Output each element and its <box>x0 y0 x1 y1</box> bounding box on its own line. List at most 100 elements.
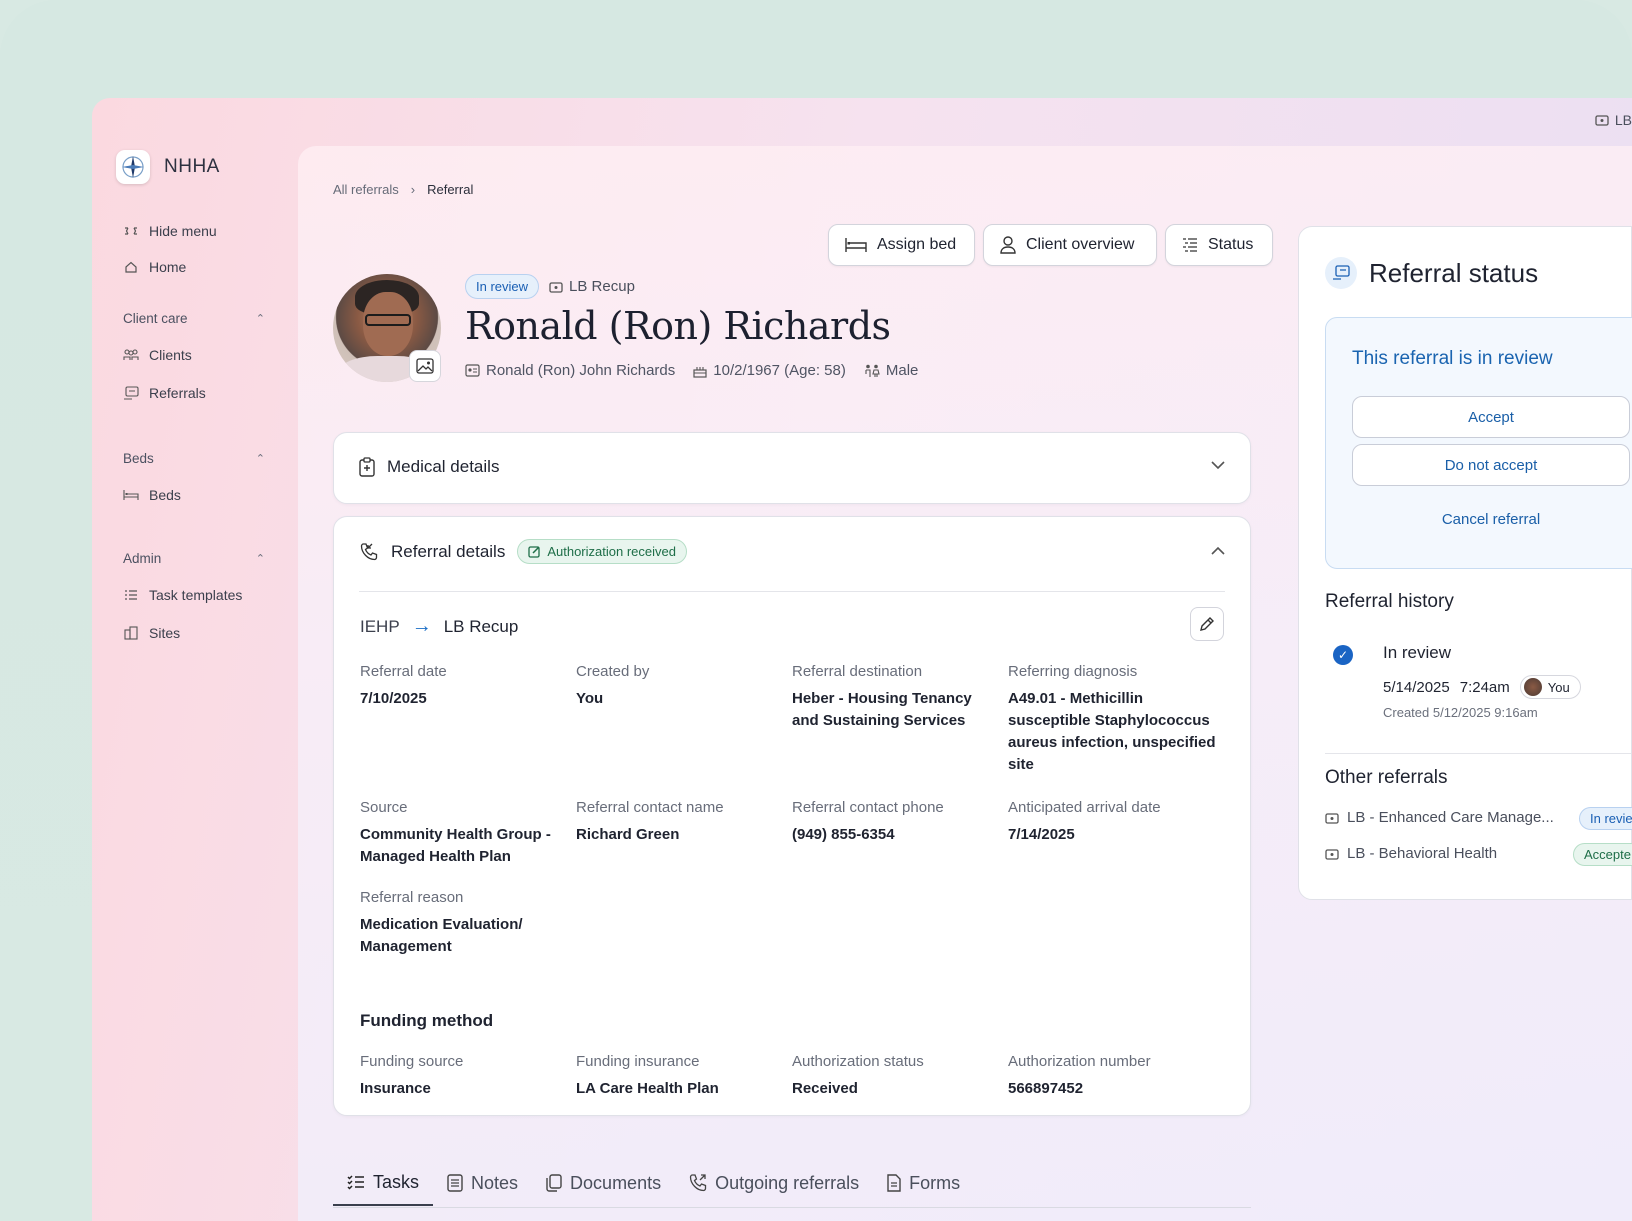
app-window: LB NHHA Hide menu Home Client care ⌃ Cli… <box>92 98 1632 1221</box>
route-to: LB Recup <box>443 616 519 636</box>
sidebar-item-sites[interactable]: Sites <box>123 622 293 644</box>
do-not-accept-button[interactable]: Do not accept <box>1352 444 1630 486</box>
collapse-icon <box>123 223 139 239</box>
change-photo-button[interactable] <box>409 350 441 382</box>
sidebar-item-label: Beds <box>149 487 181 503</box>
field-value: Received <box>792 1080 858 1097</box>
field-value: You <box>576 690 604 707</box>
referral-status-header: Referral status <box>1325 257 1538 289</box>
field-value: 7/14/2025 <box>1008 826 1075 843</box>
field-value: (949) 855-6354 <box>792 826 895 843</box>
brand[interactable]: NHHA <box>116 150 220 184</box>
field-label: Created by <box>576 663 650 680</box>
top-site-chip[interactable]: LB <box>1595 112 1632 128</box>
medical-details-header: Medical details <box>359 457 499 477</box>
tab-label: Outgoing referrals <box>715 1172 860 1193</box>
field-contact-phone: Referral contact phone (949) 855-6354 <box>792 799 1002 846</box>
edit-referral-button[interactable] <box>1190 607 1224 641</box>
folder-icon <box>1325 812 1339 824</box>
tab-outgoing-referrals[interactable]: Outgoing referrals <box>675 1160 873 1206</box>
field-label: Source <box>360 799 408 816</box>
home-icon <box>123 259 139 275</box>
image-icon <box>416 358 434 374</box>
authorization-badge: Authorization received <box>517 539 687 564</box>
building-icon <box>123 625 139 641</box>
checklist-icon <box>347 1175 364 1190</box>
client-overview-button[interactable]: Client overview <box>983 224 1157 266</box>
clipboard-medical-icon <box>359 457 375 477</box>
medical-details-card[interactable]: Medical details <box>333 432 1251 504</box>
sidebar-item-task-templates[interactable]: Task templates <box>123 584 293 606</box>
field-label: Referral date <box>360 663 447 680</box>
field-referral-date: Referral date 7/10/2025 <box>360 663 570 710</box>
other-referral-item[interactable]: LB - Behavioral Health <box>1325 845 1497 862</box>
group-beds[interactable]: Beds ⌃ <box>123 448 265 468</box>
cake-icon <box>693 366 707 378</box>
person-icon <box>1000 236 1016 254</box>
full-name: Ronald (Ron) John Richards <box>486 362 676 379</box>
history-time: 7:24am <box>1459 678 1510 696</box>
sidebar-item-referrals[interactable]: Referrals <box>123 382 293 404</box>
funding-method-title: Funding method <box>360 1011 494 1030</box>
field-value: Insurance <box>360 1080 431 1097</box>
sidebar-item-label: Referrals <box>149 385 206 401</box>
status-button[interactable]: Status <box>1165 224 1273 266</box>
medical-details-title: Medical details <box>387 457 500 476</box>
chevron-up-icon: ⌃ <box>255 312 265 325</box>
user-chip: You <box>1519 675 1581 699</box>
group-label: Client care <box>123 310 188 326</box>
cancel-referral-button[interactable]: Cancel referral <box>1352 511 1630 528</box>
notes-icon <box>447 1174 463 1192</box>
group-admin[interactable]: Admin ⌃ <box>123 548 265 568</box>
gender-icon <box>865 364 880 377</box>
field-referral-reason: Referral reason Medication Evaluation/ M… <box>360 889 570 958</box>
hide-menu-button[interactable]: Hide menu <box>123 220 293 242</box>
field-value: A49.01 - Methicillin susceptible Staphyl… <box>1008 690 1216 773</box>
breadcrumb-root-link[interactable]: All referrals <box>333 182 399 197</box>
sidebar-item-label: Clients <box>149 347 192 363</box>
user-chip-label: You <box>1547 679 1570 695</box>
field-label: Funding insurance <box>576 1053 700 1070</box>
other-referral-label: LB - Behavioral Health <box>1347 845 1498 862</box>
gender: Male <box>885 362 919 379</box>
brand-name: NHHA <box>164 156 220 177</box>
tab-tasks[interactable]: Tasks <box>333 1160 434 1206</box>
chevron-up-icon[interactable] <box>1210 543 1226 559</box>
assign-bed-button[interactable]: Assign bed <box>828 224 975 266</box>
sidebar-item-home[interactable]: Home <box>123 256 293 278</box>
chevron-right-icon: › <box>410 182 416 197</box>
sidebar-item-label: Home <box>149 259 187 275</box>
field-label: Funding source <box>360 1053 464 1070</box>
sidebar-item-clients[interactable]: Clients <box>123 344 293 366</box>
nav-beds: Beds ⌃ Beds <box>123 448 293 506</box>
tab-forms[interactable]: Forms <box>873 1160 974 1206</box>
avatar <box>1523 678 1542 696</box>
referral-status-panel: Referral status This referral is in revi… <box>1298 226 1632 900</box>
field-created-by: Created by You <box>576 663 786 710</box>
accept-button[interactable]: Accept <box>1352 396 1630 438</box>
referral-details-header[interactable]: Referral details Authorization received <box>359 539 687 564</box>
sidebar-item-label: Sites <box>149 625 181 641</box>
field-label: Referral reason <box>360 889 464 906</box>
other-referral-item[interactable]: LB - Enhanced Care Manage... <box>1325 809 1554 826</box>
arrow-right-icon: → <box>411 615 432 637</box>
status-badge: In review <box>465 274 540 299</box>
people-icon <box>123 347 139 363</box>
field-label: Referral contact name <box>576 799 724 816</box>
tab-documents[interactable]: Documents <box>532 1160 675 1206</box>
tab-label: Documents <box>570 1172 662 1193</box>
divider <box>359 591 1225 592</box>
field-value: 7/10/2025 <box>360 690 427 707</box>
pencil-icon <box>1200 617 1214 631</box>
chevron-down-icon[interactable] <box>1210 457 1226 473</box>
sidebar-item-beds[interactable]: Beds <box>123 484 293 506</box>
group-client-care[interactable]: Client care ⌃ <box>123 308 265 328</box>
field-value: Heber - Housing Tenancy and Sustaining S… <box>792 690 972 729</box>
history-status: In review <box>1383 643 1452 662</box>
status-label: Status <box>1208 236 1254 253</box>
field-referring-diagnosis: Referring diagnosis A49.01 - Methicillin… <box>1008 663 1218 776</box>
tab-notes[interactable]: Notes <box>433 1160 532 1206</box>
nav-top: Hide menu Home <box>123 220 293 278</box>
nav-admin: Admin ⌃ Task templates Sites <box>123 548 293 644</box>
gender-meta: Male <box>864 362 919 379</box>
